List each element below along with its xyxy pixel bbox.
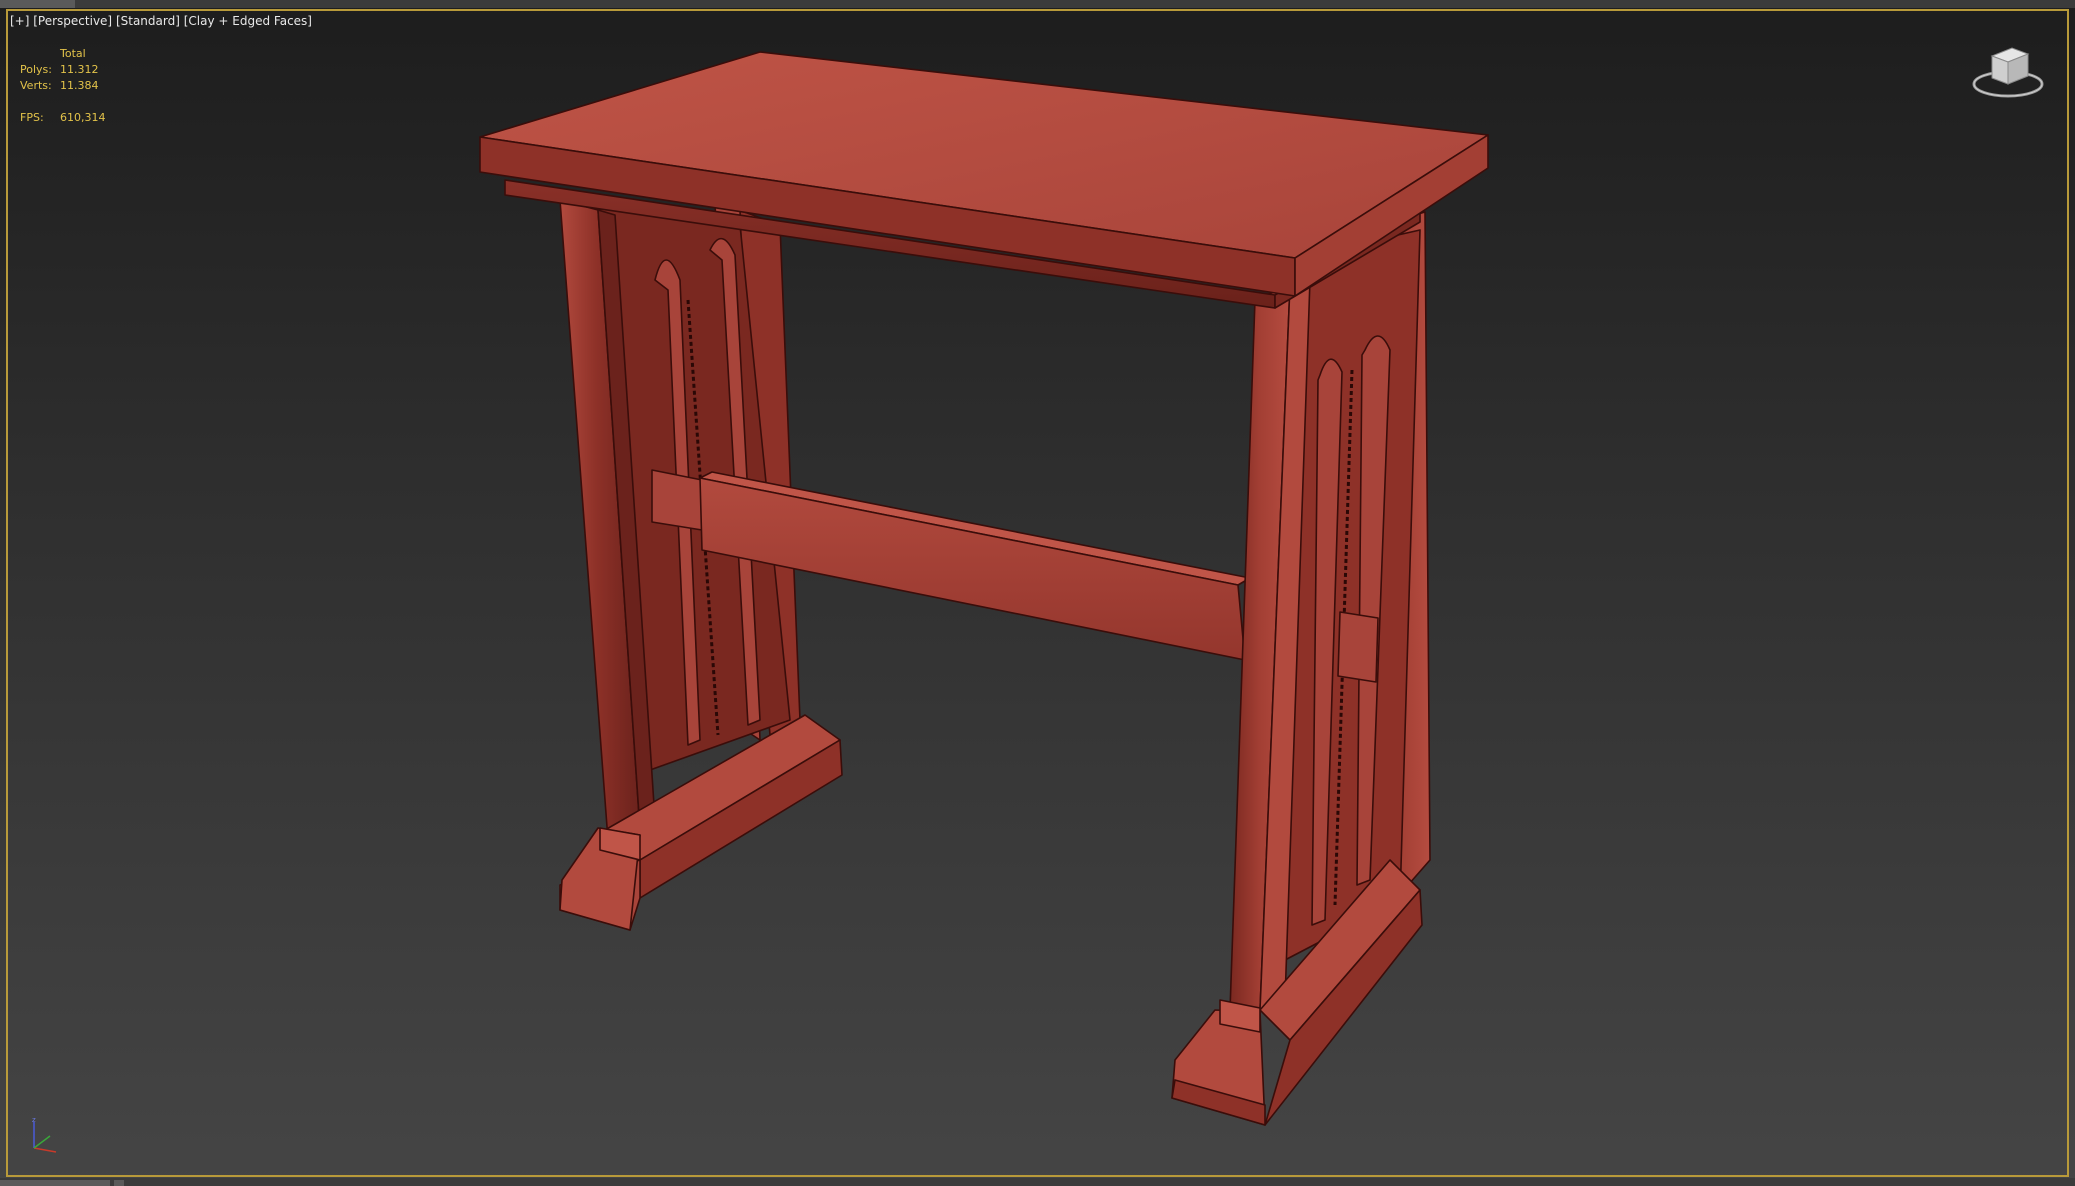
stats-header: Total — [60, 47, 86, 60]
polys-label: Polys: — [20, 63, 52, 76]
viewcube-icon[interactable] — [1970, 42, 2050, 104]
viewport-view-mode[interactable]: [Perspective] — [33, 14, 112, 28]
polys-value: 11.312 — [60, 63, 99, 76]
axis-tripod-icon: z — [32, 1116, 57, 1153]
active-viewport-border — [6, 9, 2069, 1177]
viewport-menu-plus[interactable]: [+] — [10, 14, 29, 28]
verts-value: 11.384 — [60, 79, 99, 92]
viewport-shading-mode[interactable]: [Clay + Edged Faces] — [184, 14, 312, 28]
bottom-tab[interactable] — [0, 1180, 110, 1186]
fps-value: 610,314 — [60, 111, 106, 124]
perspective-viewport[interactable]: [+] [Perspective] [Standard] [Clay + Edg… — [0, 0, 2075, 1186]
bottom-toolbar-strip — [0, 1178, 2075, 1186]
viewport-label[interactable]: [+] [Perspective] [Standard] [Clay + Edg… — [10, 14, 312, 28]
viewport-render-style[interactable]: [Standard] — [116, 14, 180, 28]
svg-text:z: z — [32, 1116, 36, 1124]
bottom-tab-small[interactable] — [114, 1180, 124, 1186]
verts-label: Verts: — [20, 79, 52, 92]
fps-label: FPS: — [20, 111, 44, 124]
